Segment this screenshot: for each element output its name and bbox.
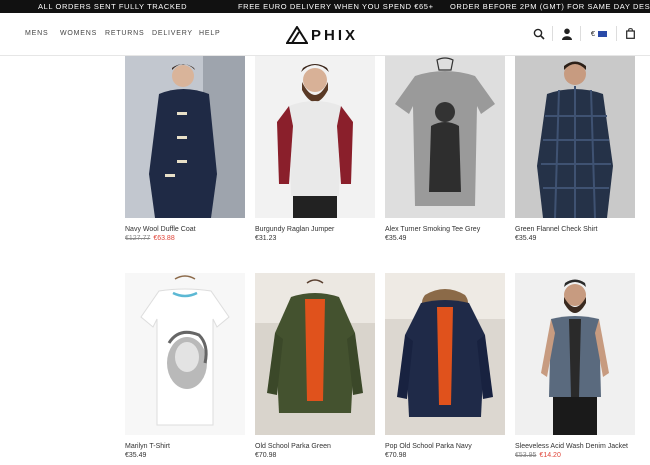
sale-price: €63.88	[153, 235, 175, 242]
product-image[interactable]	[125, 56, 245, 218]
product-price: €127.77 €63.88	[125, 235, 245, 242]
product-image[interactable]	[515, 273, 635, 435]
product-image[interactable]	[125, 273, 245, 435]
product-price: €35.49	[385, 235, 505, 242]
announcement-same-day: ORDER BEFORE 2PM (GMT) FOR SAME DAY DESP…	[450, 2, 650, 11]
product-price: €31.23	[255, 235, 375, 242]
product-price: €35.49	[515, 235, 635, 242]
original-price: €127.77	[125, 235, 151, 242]
nav-help[interactable]: HELP	[199, 30, 221, 37]
product-name[interactable]: Pop Old School Parka Navy	[385, 443, 505, 450]
nav-womens[interactable]: WOMENS	[60, 30, 97, 37]
nav-delivery[interactable]: DELIVERY	[152, 30, 193, 37]
product-card[interactable]: Pop Old School Parka Navy €70.98	[385, 273, 505, 459]
product-card[interactable]: Burgundy Raglan Jumper €31.23	[255, 56, 375, 242]
product-card[interactable]: Green Flannel Check Shirt €35.49	[515, 56, 635, 242]
header-divider	[616, 26, 617, 41]
product-name[interactable]: Sleeveless Acid Wash Denim Jacket	[515, 443, 635, 450]
product-image[interactable]	[255, 56, 375, 218]
current-price: €70.98	[385, 452, 407, 459]
currency-selector[interactable]: €	[587, 27, 611, 40]
announcement-free-delivery: FREE EURO DELIVERY WHEN YOU SPEND €65+	[238, 2, 434, 11]
product-name[interactable]: Old School Parka Green	[255, 443, 375, 450]
product-image[interactable]	[385, 273, 505, 435]
original-price: €53.95	[515, 452, 537, 459]
sale-price: €14.20	[539, 452, 561, 459]
current-price: €70.98	[255, 452, 277, 459]
announcement-tracked: ALL ORDERS SENT FULLY TRACKED	[38, 2, 188, 11]
currency-symbol: €	[590, 29, 596, 38]
product-price: €53.95 €14.20	[515, 452, 635, 459]
product-card[interactable]: Sleeveless Acid Wash Denim Jacket €53.95…	[515, 273, 635, 459]
product-name[interactable]: Marilyn T-Shirt	[125, 443, 245, 450]
product-card[interactable]: Alex Turner Smoking Tee Grey €35.49	[385, 56, 505, 242]
current-price: €31.23	[255, 235, 277, 242]
brand-name: PHIX	[311, 26, 359, 44]
product-price: €70.98	[385, 452, 505, 459]
product-image[interactable]	[515, 56, 635, 218]
product-card[interactable]: Marilyn T-Shirt €35.49	[125, 273, 245, 459]
header-divider	[552, 26, 553, 41]
search-icon[interactable]	[532, 27, 545, 40]
product-image[interactable]	[255, 273, 375, 435]
header-divider	[580, 26, 581, 41]
current-price: €35.49	[385, 235, 407, 242]
product-name[interactable]: Alex Turner Smoking Tee Grey	[385, 226, 505, 233]
current-price: €35.49	[125, 452, 147, 459]
product-price: €70.98	[255, 452, 375, 459]
product-name[interactable]: Green Flannel Check Shirt	[515, 226, 635, 233]
shopping-bag-icon[interactable]	[625, 27, 635, 40]
product-card[interactable]: Navy Wool Duffle Coat €127.77 €63.88	[125, 56, 245, 242]
eu-flag-icon	[598, 30, 608, 37]
site-header: MENS WOMENS RETURNS DELIVERY HELP PHIX €	[0, 13, 650, 56]
product-name[interactable]: Burgundy Raglan Jumper	[255, 226, 375, 233]
product-card[interactable]: Old School Parka Green €70.98	[255, 273, 375, 459]
triangle-logo-icon	[286, 26, 308, 44]
user-icon[interactable]	[561, 27, 573, 40]
product-price: €35.49	[125, 452, 245, 459]
nav-returns[interactable]: RETURNS	[105, 30, 144, 37]
product-name[interactable]: Navy Wool Duffle Coat	[125, 226, 245, 233]
product-image[interactable]	[385, 56, 505, 218]
announcement-bar: ALL ORDERS SENT FULLY TRACKED FREE EURO …	[0, 0, 650, 13]
brand-logo[interactable]: PHIX	[286, 25, 358, 45]
current-price: €35.49	[515, 235, 537, 242]
nav-mens[interactable]: MENS	[25, 30, 48, 37]
